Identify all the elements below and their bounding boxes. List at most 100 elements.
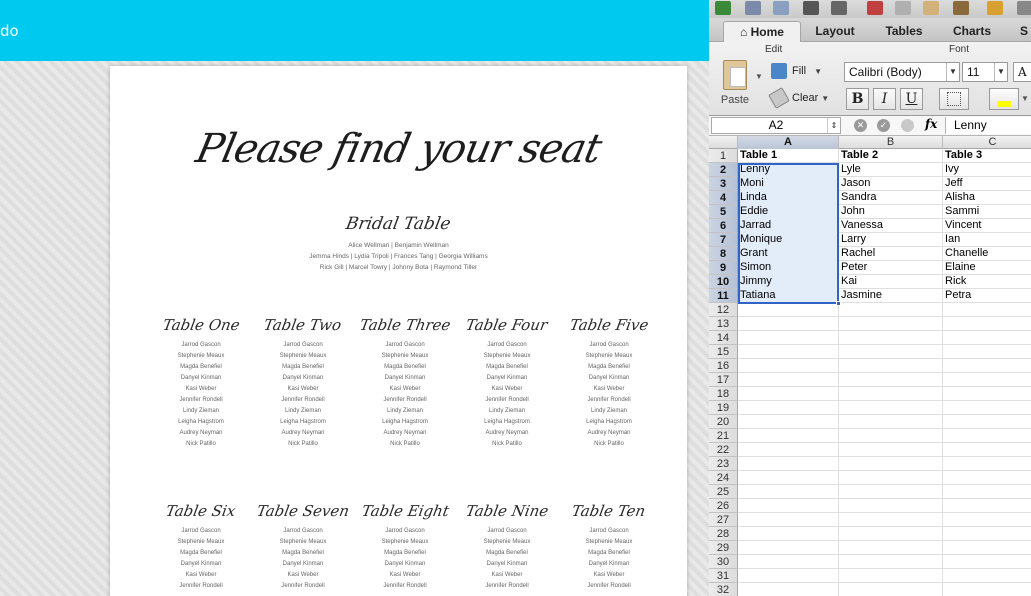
enter-icon[interactable]: ✓ bbox=[877, 119, 890, 132]
cell-a32[interactable] bbox=[738, 583, 839, 596]
cell-a8[interactable]: Grant bbox=[738, 247, 839, 261]
cell-b2[interactable]: Lyle bbox=[839, 163, 943, 177]
cell-c32[interactable] bbox=[943, 583, 1031, 596]
cell-b23[interactable] bbox=[839, 457, 943, 471]
cell-a31[interactable] bbox=[738, 569, 839, 583]
fill-button[interactable]: Fill ▼ bbox=[771, 63, 822, 79]
cell-a29[interactable] bbox=[738, 541, 839, 555]
cell-a12[interactable] bbox=[738, 303, 839, 317]
row-header[interactable]: 13 bbox=[709, 317, 738, 331]
row-header[interactable]: 27 bbox=[709, 513, 738, 527]
cell-c7[interactable]: Ian bbox=[943, 233, 1031, 247]
cell-b21[interactable] bbox=[839, 429, 943, 443]
redo-icon[interactable] bbox=[1017, 1, 1031, 15]
seating-table-block[interactable]: Table Two Jarrod Gascon Stephenie Meaux Mag… bbox=[257, 316, 349, 450]
cell-a3[interactable]: Moni bbox=[738, 177, 839, 191]
row-header[interactable]: 23 bbox=[709, 457, 738, 471]
font-size-select[interactable]: 11 ▼ bbox=[962, 62, 1008, 82]
grow-font-button[interactable]: A bbox=[1013, 62, 1031, 82]
document-title[interactable]: Please find your seat bbox=[110, 126, 687, 172]
column-header-c[interactable]: C bbox=[943, 136, 1031, 149]
cell-c17[interactable] bbox=[943, 373, 1031, 387]
cell-c24[interactable] bbox=[943, 471, 1031, 485]
cell-c18[interactable] bbox=[943, 387, 1031, 401]
seating-table-block[interactable]: Table Nine Jarrod Gascon Stephenie Meaux Ma… bbox=[461, 502, 553, 592]
excel-app-icon[interactable] bbox=[715, 1, 731, 15]
cell-b22[interactable] bbox=[839, 443, 943, 457]
cell-c2[interactable]: Ivy bbox=[943, 163, 1031, 177]
cell-a27[interactable] bbox=[738, 513, 839, 527]
cell-c13[interactable] bbox=[943, 317, 1031, 331]
cell-b4[interactable]: Sandra bbox=[839, 191, 943, 205]
cell-b29[interactable] bbox=[839, 541, 943, 555]
cell-c20[interactable] bbox=[943, 415, 1031, 429]
row-header[interactable]: 28 bbox=[709, 527, 738, 541]
cell-c9[interactable]: Elaine bbox=[943, 261, 1031, 275]
row-header[interactable]: 30 bbox=[709, 555, 738, 569]
row-header[interactable]: 15 bbox=[709, 345, 738, 359]
cell-a2[interactable]: Lenny bbox=[738, 163, 839, 177]
cell-c11[interactable]: Petra bbox=[943, 289, 1031, 303]
cell-a20[interactable] bbox=[738, 415, 839, 429]
cell-b5[interactable]: John bbox=[839, 205, 943, 219]
cell-a19[interactable] bbox=[738, 401, 839, 415]
cell-a18[interactable] bbox=[738, 387, 839, 401]
cell-b7[interactable]: Larry bbox=[839, 233, 943, 247]
cell-c29[interactable] bbox=[943, 541, 1031, 555]
cell-a26[interactable] bbox=[738, 499, 839, 513]
bridal-table-block[interactable]: Bridal Table Alice Wellman | Benjamin We… bbox=[110, 214, 687, 273]
cell-b26[interactable] bbox=[839, 499, 943, 513]
row-header[interactable]: 7 bbox=[709, 233, 738, 247]
topbar-text[interactable]: do bbox=[0, 22, 19, 40]
row-header[interactable]: 31 bbox=[709, 569, 738, 583]
seating-table-block[interactable]: Table Seven Jarrod Gascon Stephenie Meaux M… bbox=[255, 502, 350, 592]
tab-charts[interactable]: Charts bbox=[939, 21, 1005, 42]
cell-b16[interactable] bbox=[839, 359, 943, 373]
cell-c12[interactable] bbox=[943, 303, 1031, 317]
name-box-stepper[interactable]: ⇕ bbox=[827, 118, 840, 133]
cell-a13[interactable] bbox=[738, 317, 839, 331]
seating-table-block[interactable]: Table Three Jarrod Gascon Stephenie Meaux M… bbox=[358, 316, 452, 450]
cell-c19[interactable] bbox=[943, 401, 1031, 415]
font-size-dropdown-arrow[interactable]: ▼ bbox=[994, 63, 1007, 81]
row-header[interactable]: 1 bbox=[709, 149, 738, 163]
cell-a28[interactable] bbox=[738, 527, 839, 541]
cell-a11[interactable]: Tatiana bbox=[738, 289, 839, 303]
column-header-b[interactable]: B bbox=[839, 136, 943, 149]
cell-b25[interactable] bbox=[839, 485, 943, 499]
seating-table-block[interactable]: Table Four Jarrod Gascon Stephenie Meaux Ma… bbox=[461, 316, 553, 450]
row-header[interactable]: 4 bbox=[709, 191, 738, 205]
formula-input[interactable]: Lenny bbox=[945, 117, 1031, 134]
cell-c3[interactable]: Jeff bbox=[943, 177, 1031, 191]
cell-a24[interactable] bbox=[738, 471, 839, 485]
cell-b6[interactable]: Vanessa bbox=[839, 219, 943, 233]
cell-b19[interactable] bbox=[839, 401, 943, 415]
row-header[interactable]: 19 bbox=[709, 401, 738, 415]
tab-layout[interactable]: Layout bbox=[805, 21, 865, 42]
cell-a10[interactable]: Jimmy bbox=[738, 275, 839, 289]
cell-c31[interactable] bbox=[943, 569, 1031, 583]
row-header[interactable]: 29 bbox=[709, 541, 738, 555]
seating-table-block[interactable]: Table Ten Jarrod Gascon Stephenie Meaux Mag… bbox=[563, 502, 655, 592]
cell-b11[interactable]: Jasmine bbox=[839, 289, 943, 303]
cell-c4[interactable]: Alisha bbox=[943, 191, 1031, 205]
cell-a30[interactable] bbox=[738, 555, 839, 569]
save-icon[interactable] bbox=[803, 1, 819, 15]
cell-a23[interactable] bbox=[738, 457, 839, 471]
row-header[interactable]: 9 bbox=[709, 261, 738, 275]
paste-dropdown-arrow[interactable]: ▼ bbox=[755, 72, 763, 81]
cell-b27[interactable] bbox=[839, 513, 943, 527]
paste-small-icon[interactable] bbox=[923, 1, 939, 15]
bold-button[interactable]: B bbox=[846, 88, 869, 110]
borders-button[interactable] bbox=[939, 88, 969, 110]
cell-c15[interactable] bbox=[943, 345, 1031, 359]
row-header[interactable]: 11 bbox=[709, 289, 738, 303]
cell-b30[interactable] bbox=[839, 555, 943, 569]
name-box[interactable]: A2 ⇕ bbox=[711, 117, 841, 134]
seating-table-block[interactable]: Table Six Jarrod Gascon Stephenie Meaux Mag… bbox=[155, 502, 247, 592]
fill-color-dropdown-arrow[interactable]: ▼ bbox=[1021, 94, 1029, 103]
row-header[interactable]: 32 bbox=[709, 583, 738, 596]
cell-c16[interactable] bbox=[943, 359, 1031, 373]
cell-b14[interactable] bbox=[839, 331, 943, 345]
seating-table-block[interactable]: Table One Jarrod Gascon Stephenie Meaux Mag… bbox=[155, 316, 247, 450]
